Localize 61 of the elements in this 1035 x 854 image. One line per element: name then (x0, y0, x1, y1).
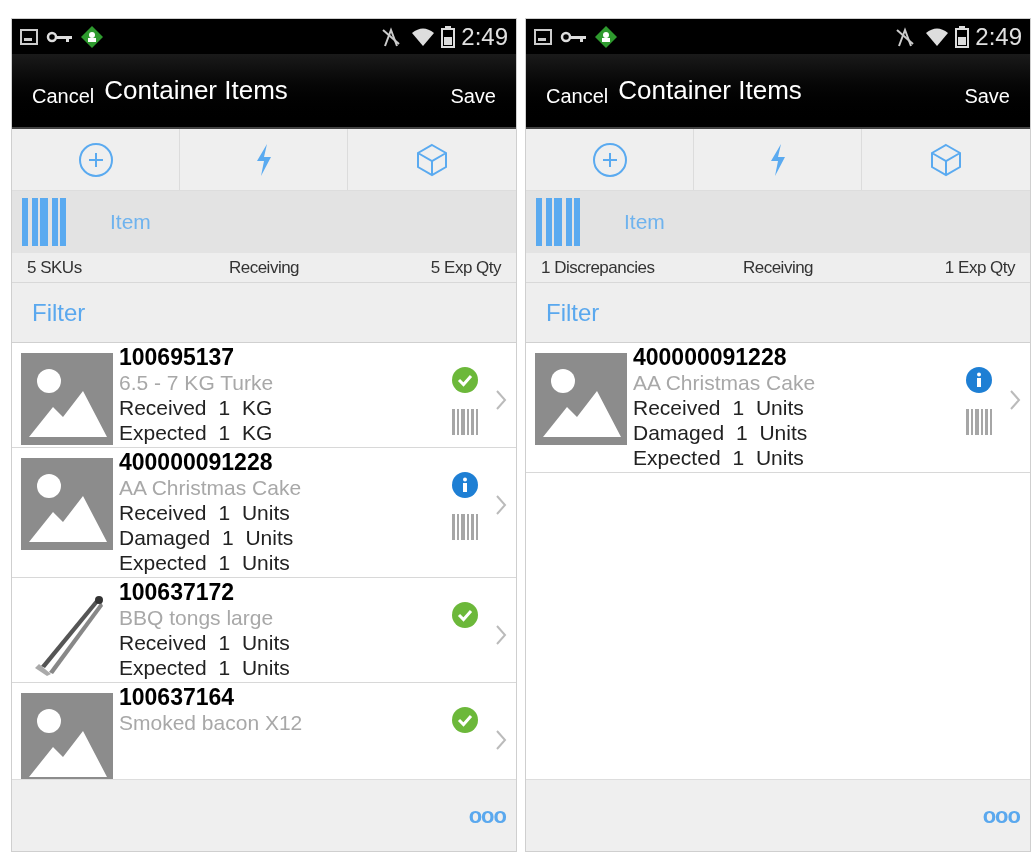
picture-notification-icon (534, 27, 552, 46)
chevron-right-icon (1009, 389, 1021, 411)
battery-icon (441, 25, 456, 48)
image-placeholder-icon (21, 458, 113, 550)
summary-quantity: 1 Exp Qty (943, 256, 1015, 279)
screen-title: Container Items (104, 74, 289, 107)
quantity-line: Received 1 Units (119, 500, 291, 525)
item-description: AA Christmas Cake (119, 475, 303, 500)
clock-time: 2:49 (461, 21, 508, 52)
quantity-line: Damaged 1 Units (119, 525, 295, 550)
item-number: 100637172 (119, 580, 236, 605)
key-icon (46, 29, 74, 44)
item-number: 100637164 (119, 685, 236, 710)
quantity-line: Received 1 Units (633, 395, 805, 420)
quantity-line: Received 1 KG (119, 395, 274, 420)
cube-icon (414, 141, 450, 178)
save-button[interactable]: Save (964, 80, 1010, 111)
chevron-right-icon (495, 729, 507, 751)
battery-icon (955, 25, 970, 48)
scan-label: Item (110, 209, 151, 236)
user-alert-icon (594, 24, 618, 49)
chevron-right-icon (495, 624, 507, 646)
image-placeholder-icon (535, 353, 627, 445)
no-signal-icon (381, 25, 402, 48)
wifi-icon (925, 26, 950, 47)
picture-notification-icon (20, 27, 38, 46)
screen-title: Container Items (618, 74, 803, 107)
item-number: 400000091228 (119, 450, 274, 475)
summary-mode: Receiving (228, 256, 300, 279)
quantity-line: Expected 1 Units (119, 655, 291, 680)
user-alert-icon (80, 24, 104, 49)
save-button[interactable]: Save (450, 80, 496, 111)
item-number: 100695137 (119, 345, 236, 370)
image-placeholder-icon (21, 353, 113, 445)
no-signal-icon (895, 25, 916, 48)
item-number: 400000091228 (633, 345, 788, 370)
image-placeholder-icon (21, 693, 113, 779)
quantity-line: Expected 1 KG (119, 420, 274, 445)
chevron-right-icon (495, 494, 507, 516)
cancel-button[interactable]: Cancel (32, 80, 95, 111)
quantity-line: Damaged 1 Units (633, 420, 809, 445)
item-description: BBQ tongs large (119, 605, 275, 630)
item-description: 6.5 - 7 KG Turke (119, 370, 275, 395)
chevron-right-icon (495, 389, 507, 411)
add-icon (591, 141, 628, 178)
cube-icon (928, 141, 964, 178)
quantity-line: Received 1 Units (119, 630, 291, 655)
cancel-button[interactable]: Cancel (546, 80, 609, 111)
summary-count: 1 Discrepancies (541, 256, 656, 279)
scan-label: Item (624, 209, 665, 236)
quantity-line: Expected 1 Units (119, 550, 291, 575)
clock-time: 2:49 (975, 21, 1022, 52)
quantity-line: Expected 1 Units (633, 445, 805, 470)
item-description: Smoked bacon X12 (119, 710, 304, 735)
item-description: AA Christmas Cake (633, 370, 817, 395)
summary-mode: Receiving (742, 256, 814, 279)
wifi-icon (411, 26, 436, 47)
key-icon (560, 29, 588, 44)
add-icon (77, 141, 114, 178)
summary-quantity: 5 Exp Qty (429, 256, 501, 279)
summary-count: 5 SKUs (27, 256, 83, 279)
